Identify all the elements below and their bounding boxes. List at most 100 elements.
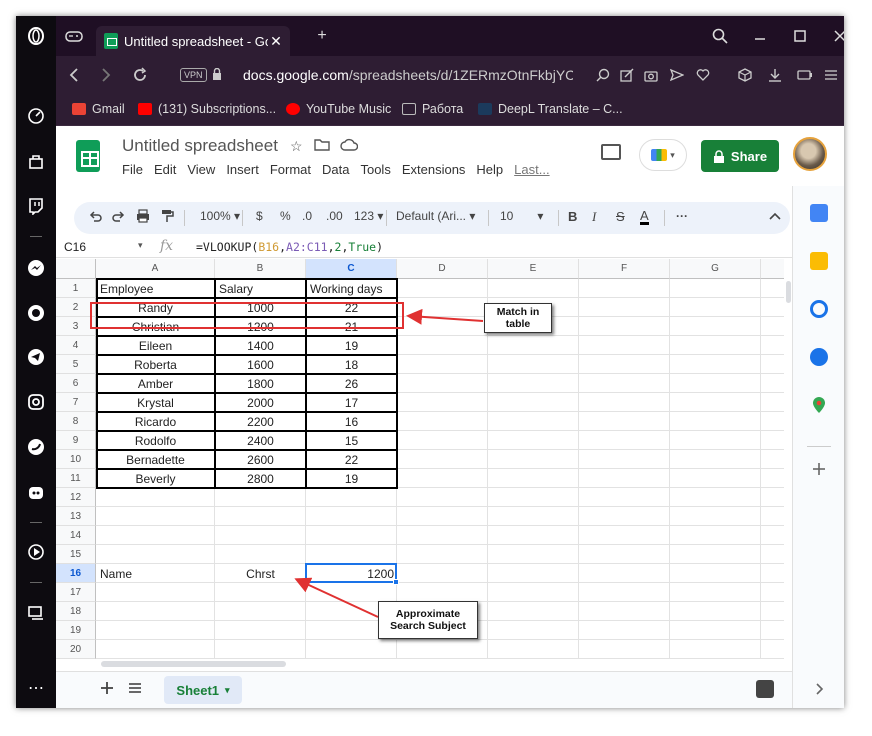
row-header-18[interactable]: 18 bbox=[56, 602, 96, 621]
table-cell[interactable]: 2200 bbox=[215, 412, 306, 431]
menu-file[interactable]: File bbox=[122, 162, 143, 177]
page-search-icon[interactable] bbox=[594, 66, 612, 84]
comment-history-icon[interactable] bbox=[601, 144, 621, 160]
tasks-icon[interactable] bbox=[810, 300, 828, 318]
more-icon[interactable]: ⋯ bbox=[26, 678, 46, 698]
column-header-a[interactable]: A bbox=[96, 259, 215, 279]
column-header-f[interactable]: F bbox=[579, 259, 670, 279]
bookmark-youtube-music[interactable]: YouTube Music bbox=[286, 102, 391, 116]
telegram-icon[interactable] bbox=[26, 347, 46, 367]
bookmark-gmail[interactable]: Gmail bbox=[72, 102, 125, 116]
close-window-icon[interactable] bbox=[828, 24, 844, 48]
send-icon[interactable] bbox=[668, 66, 686, 84]
row-header-11[interactable]: 11 bbox=[56, 469, 96, 488]
fill-handle[interactable] bbox=[393, 579, 399, 585]
table-cell[interactable]: 1600 bbox=[215, 355, 306, 374]
table-cell[interactable]: 17 bbox=[306, 393, 397, 412]
easy-setup-icon[interactable] bbox=[822, 66, 840, 84]
sheet-tab-sheet1[interactable]: Sheet1 ▾ bbox=[164, 676, 242, 704]
print-icon[interactable] bbox=[136, 209, 150, 226]
edit-icon[interactable] bbox=[618, 66, 636, 84]
bookmark-folder[interactable]: Работа bbox=[402, 102, 463, 116]
battery-saver-icon[interactable] bbox=[796, 66, 814, 84]
formula-input[interactable]: =VLOOKUP(B16,A2:C11,2,True) bbox=[196, 240, 383, 254]
more-formats-select[interactable]: 123 ▾ bbox=[354, 209, 383, 223]
vpn-badge[interactable]: VPN bbox=[180, 68, 207, 82]
table-cell[interactable]: 19 bbox=[306, 469, 397, 488]
horizontal-scroll-thumb[interactable] bbox=[101, 661, 286, 667]
gamepad-icon[interactable] bbox=[64, 26, 84, 46]
row-header-16[interactable]: 16 bbox=[56, 564, 96, 583]
menu-data[interactable]: Data bbox=[322, 162, 349, 177]
share-button[interactable]: Share bbox=[701, 140, 779, 172]
horizontal-scrollbar[interactable] bbox=[56, 659, 792, 669]
table-cell[interactable]: 2800 bbox=[215, 469, 306, 488]
name-box[interactable]: C16 bbox=[64, 240, 86, 254]
table-cell[interactable]: 2600 bbox=[215, 450, 306, 469]
table-cell[interactable]: Bernadette bbox=[96, 450, 215, 469]
add-sheet-icon[interactable] bbox=[100, 681, 114, 700]
sheets-logo-icon[interactable] bbox=[76, 140, 100, 172]
row-header-13[interactable]: 13 bbox=[56, 507, 96, 526]
decrease-decimal-button[interactable]: .0 bbox=[302, 209, 312, 223]
header-cell[interactable]: Salary bbox=[215, 279, 306, 298]
zoom-select[interactable]: 100% ▾ bbox=[200, 209, 240, 223]
column-header-d[interactable]: D bbox=[397, 259, 488, 279]
table-cell[interactable]: 1800 bbox=[215, 374, 306, 393]
whatsapp-icon[interactable] bbox=[26, 303, 46, 323]
reload-icon[interactable] bbox=[130, 65, 150, 85]
table-cell[interactable]: 15 bbox=[306, 431, 397, 450]
player-icon[interactable] bbox=[26, 542, 46, 562]
more-tools-button[interactable]: ··· bbox=[676, 209, 688, 223]
table-cell[interactable]: 22 bbox=[306, 450, 397, 469]
cell-b16[interactable]: Chrst bbox=[215, 564, 306, 583]
column-header-g[interactable]: G bbox=[670, 259, 761, 279]
row-header-7[interactable]: 7 bbox=[56, 393, 96, 412]
opera-logo-icon[interactable] bbox=[26, 26, 46, 46]
shopping-icon[interactable] bbox=[26, 152, 46, 172]
move-folder-icon[interactable] bbox=[314, 138, 330, 154]
menu-edit[interactable]: Edit bbox=[154, 162, 176, 177]
table-cell[interactable]: Amber bbox=[96, 374, 215, 393]
explore-icon[interactable] bbox=[756, 680, 774, 698]
table-cell[interactable]: Beverly bbox=[96, 469, 215, 488]
menu-extensions[interactable]: Extensions bbox=[402, 162, 466, 177]
messenger-icon[interactable] bbox=[26, 258, 46, 278]
lock-icon[interactable] bbox=[212, 67, 222, 83]
bookmark-deepl[interactable]: DeepL Translate – C... bbox=[478, 102, 623, 116]
download-icon[interactable] bbox=[766, 66, 784, 84]
extensions-cube-icon[interactable] bbox=[736, 66, 754, 84]
vertical-scroll-thumb[interactable] bbox=[786, 281, 791, 303]
redo-icon[interactable] bbox=[112, 209, 126, 226]
get-addons-icon[interactable] bbox=[810, 460, 828, 478]
bookmark-youtube[interactable]: (131) Subscriptions... bbox=[138, 102, 276, 116]
url-field[interactable]: docs.google.com/spreadsheets/d/1ZERmzOtn… bbox=[243, 67, 573, 83]
collapse-toolbar-icon[interactable] bbox=[768, 208, 782, 224]
row-header-9[interactable]: 9 bbox=[56, 431, 96, 450]
twitch-icon[interactable] bbox=[26, 196, 46, 216]
close-tab-icon[interactable]: ✕ bbox=[268, 33, 284, 50]
menu-help[interactable]: Help bbox=[476, 162, 503, 177]
search-icon[interactable] bbox=[708, 24, 732, 48]
menu-tools[interactable]: Tools bbox=[360, 162, 390, 177]
select-all-corner[interactable] bbox=[56, 259, 96, 279]
twitter-icon[interactable] bbox=[26, 437, 46, 457]
doc-title[interactable]: Untitled spreadsheet bbox=[122, 136, 278, 156]
cloud-status-icon[interactable] bbox=[340, 138, 359, 154]
menu-insert[interactable]: Insert bbox=[226, 162, 259, 177]
text-color-button[interactable]: A bbox=[640, 209, 649, 225]
table-cell[interactable]: Ricardo bbox=[96, 412, 215, 431]
strikethrough-button[interactable]: S bbox=[616, 209, 625, 224]
vertical-scrollbar[interactable] bbox=[784, 259, 792, 659]
meet-button[interactable]: ▾ bbox=[639, 139, 687, 171]
undo-icon[interactable] bbox=[88, 209, 102, 226]
header-cell[interactable]: Employee bbox=[96, 279, 215, 298]
table-cell[interactable]: Eileen bbox=[96, 336, 215, 355]
row-header-17[interactable]: 17 bbox=[56, 583, 96, 602]
discord-icon[interactable] bbox=[26, 483, 46, 503]
all-sheets-icon[interactable] bbox=[128, 681, 142, 700]
row-header-20[interactable]: 20 bbox=[56, 640, 96, 659]
calendar-icon[interactable] bbox=[810, 204, 828, 222]
flow-icon[interactable] bbox=[26, 602, 46, 622]
bold-button[interactable]: B bbox=[568, 209, 577, 224]
